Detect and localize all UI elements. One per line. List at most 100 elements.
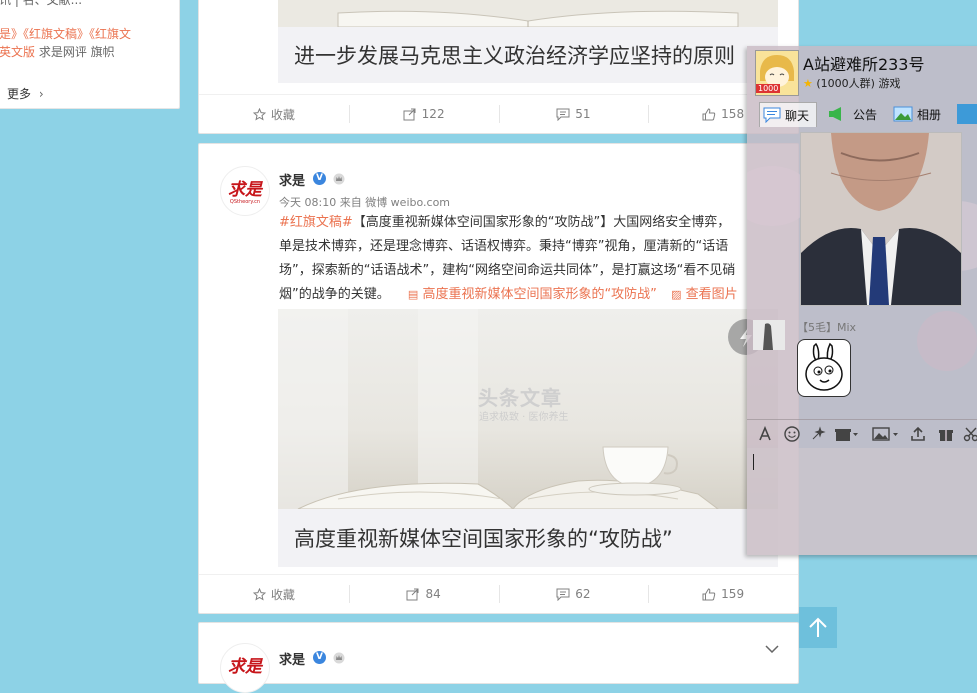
comment-icon [556, 588, 570, 601]
article-preview[interactable]: 头条文章 追求极致 · 医你养生 高度重视新媒体空间国家形象的“攻防战” [278, 309, 778, 567]
sidebar-more-link[interactable]: 更多 › [7, 85, 44, 102]
forward-button[interactable]: 122 [349, 95, 499, 133]
member-crown-icon[interactable] [333, 173, 345, 185]
comment-icon [556, 108, 570, 121]
star-icon [253, 108, 266, 121]
action-bar: 收藏 122 51 158 [199, 94, 798, 133]
text-caret [753, 454, 754, 470]
article-preview[interactable]: 进一步发展马克思主义政治经济学应坚持的原则 [278, 0, 778, 83]
verified-icon: V [313, 651, 326, 664]
like-count: 159 [721, 587, 744, 601]
gift-icon[interactable] [938, 426, 954, 442]
chat-image-message[interactable] [800, 132, 962, 306]
avatar-sub: QStheory.cn [221, 199, 269, 205]
forward-button[interactable]: 84 [349, 575, 499, 613]
comment-count: 62 [575, 587, 590, 601]
sticker-message[interactable] [797, 339, 851, 397]
watermark-title: 头条文章 [478, 382, 562, 411]
image-icon: ▨ [671, 288, 681, 301]
sidebar-link-line[interactable]: 是》《红旗文稿》《红旗文 [0, 25, 131, 42]
megaphone-icon [827, 106, 847, 122]
collect-button[interactable]: 收藏 [199, 95, 349, 133]
sidebar-link-review[interactable]: 求是网评 旗帜 [39, 45, 115, 59]
tab-album-label: 相册 [917, 106, 941, 123]
forward-count: 122 [422, 107, 445, 121]
star-icon [253, 588, 266, 601]
tab-album[interactable]: 相册 [893, 102, 949, 126]
post-line: 单是技术博弈，还是理念博弈、话语权博弈。秉持“博弈”视角，厘清新的“话语 [279, 235, 799, 259]
avatar[interactable]: 求是 [220, 643, 270, 693]
action-bar: 收藏 84 62 159 [199, 574, 798, 613]
back-to-top-button[interactable] [799, 607, 837, 648]
avatar-logo: 求是 [221, 652, 269, 677]
group-chat-window: 1000 A站避难所233号 ★ (1000人群) 游戏 聊天 公告 相册 [747, 46, 977, 555]
star-icon: ★ [803, 77, 813, 90]
collect-button[interactable]: 收藏 [199, 575, 349, 613]
hashtag-link[interactable]: #红旗文稿# [279, 215, 353, 230]
view-image-link[interactable]: ▨ 查看图片 [671, 287, 738, 302]
tab-announcement-label: 公告 [853, 106, 877, 123]
feed-card: 求是 QStheory.cn 求是 V 今天 08:10 来自 微博 weibo… [198, 143, 799, 614]
comment-button[interactable]: 62 [499, 575, 649, 613]
like-count: 158 [721, 107, 744, 121]
article-title[interactable]: 高度重视新媒体空间国家形象的“攻防战” [294, 523, 673, 553]
group-avatar[interactable]: 1000 [755, 50, 799, 96]
forward-count: 84 [425, 587, 440, 601]
post-line: 烟”的战争的关键。 [279, 287, 390, 302]
watermark-sub: 追求极致 · 医你养生 [479, 408, 569, 423]
magic-wand-icon[interactable] [810, 426, 826, 442]
document-icon: ▤ [408, 288, 418, 301]
photo-album-icon [893, 106, 913, 122]
feed-card: 求是 求是 V [198, 622, 799, 684]
post-line: 场”，探索新的“话语战术”，建构“网络空间命运共同体”，是打赢这场“看不见硝 [279, 259, 799, 283]
chevron-right-icon: › [39, 87, 44, 101]
folder-icon[interactable] [957, 104, 977, 124]
portrait-image [801, 133, 961, 305]
tab-announcement[interactable]: 公告 [827, 102, 883, 126]
post-text: #红旗文稿#【高度重视新媒体空间国家形象的“攻防战”】大国网络安全博弈， 单是技… [279, 211, 799, 307]
chevron-down-icon[interactable] [765, 645, 779, 653]
sidebar-link-english[interactable]: 英文版 [0, 45, 39, 59]
post-line: 【高度重视新媒体空间国家形象的“攻防战”】大国网络安全博弈， [353, 215, 730, 230]
chat-message-input[interactable] [747, 448, 977, 555]
username[interactable]: 求是 [279, 170, 305, 189]
group-avatar-badge: 1000 [756, 84, 780, 93]
feed-card: 进一步发展马克思主义政治经济学应坚持的原则 收藏 122 51 158 [198, 0, 799, 134]
username[interactable]: 求是 [279, 649, 305, 668]
screenshot-scissors-icon[interactable] [963, 426, 977, 442]
emoji-icon[interactable] [784, 426, 800, 442]
user-silhouette-icon [753, 320, 785, 350]
avatar-logo: 求是 [221, 175, 269, 200]
image-dropdown-icon[interactable] [872, 426, 900, 442]
collect-label: 收藏 [271, 586, 295, 603]
article-link-label: 高度重视新媒体空间国家形象的“攻防战” [422, 287, 656, 302]
article-title[interactable]: 进一步发展马克思主义政治经济学应坚持的原则 [294, 40, 735, 70]
message-sender: 【5毛】Mix [797, 319, 856, 335]
gift-dropdown-icon[interactable] [835, 426, 859, 442]
like-button[interactable]: 159 [648, 575, 798, 613]
chat-toolbar [747, 419, 977, 448]
comment-count: 51 [575, 107, 590, 121]
sidebar-text-line: 讯 | 名、文献... [0, 0, 82, 8]
sender-avatar[interactable] [753, 320, 785, 350]
group-name: A站避难所233号 [803, 51, 925, 75]
collect-label: 收藏 [271, 106, 295, 123]
article-link[interactable]: ▤ 高度重视新媒体空间国家形象的“攻防战” [408, 287, 657, 302]
forward-icon [406, 588, 420, 601]
rabbit-sticker-icon [798, 340, 850, 396]
chat-bubble-icon [763, 107, 781, 123]
member-crown-icon[interactable] [333, 652, 345, 664]
font-icon[interactable] [757, 426, 773, 442]
tab-chat[interactable]: 聊天 [759, 102, 817, 127]
post-meta[interactable]: 今天 08:10 来自 微博 weibo.com [279, 194, 450, 210]
arrow-up-icon [799, 607, 837, 648]
article-image: 头条文章 追求极致 · 医你养生 [278, 309, 778, 509]
group-info-text: (1000人群) 游戏 [816, 77, 900, 90]
article-image [278, 0, 778, 27]
verified-icon: V [313, 172, 326, 185]
tab-chat-label: 聊天 [785, 107, 809, 124]
avatar[interactable]: 求是 QStheory.cn [220, 166, 270, 216]
forward-icon [403, 108, 417, 121]
upload-icon[interactable] [910, 426, 926, 442]
comment-button[interactable]: 51 [499, 95, 649, 133]
